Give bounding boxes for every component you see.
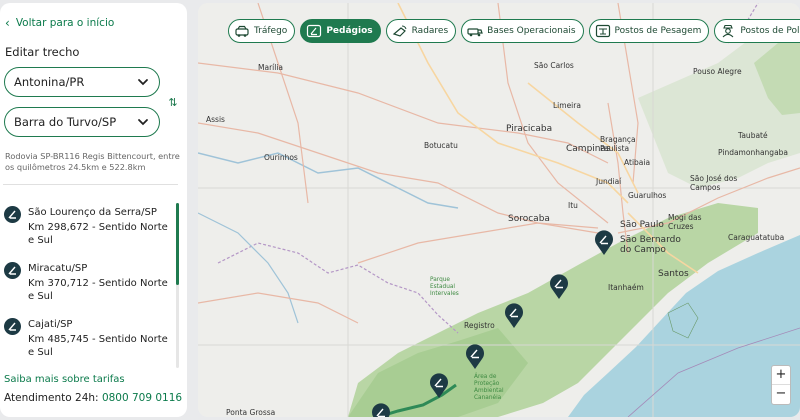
chip-label: Postos de Pesagem xyxy=(614,26,702,36)
toll-name: Miracatu/SP xyxy=(28,263,88,274)
chip-label: Tráfego xyxy=(254,26,288,36)
layer-chips: Tráfego Pedágios Radares Bases Operacion… xyxy=(228,19,800,43)
divider xyxy=(3,184,178,185)
scrollbar-thumb[interactable] xyxy=(176,203,179,285)
app-root: ‹ Voltar para o início Editar trecho Ant… xyxy=(0,0,800,420)
destination-select[interactable]: Barra do Turvo/SP xyxy=(4,107,160,137)
toll-icon xyxy=(4,318,21,335)
section-title: Editar trecho xyxy=(5,45,80,59)
support-label: Atendimento 24h: xyxy=(4,392,99,404)
support-phone-link[interactable]: 0800 709 0116 xyxy=(102,392,182,404)
swap-icon[interactable]: ⇅ xyxy=(165,95,181,111)
chip-tolls[interactable]: Pedágios xyxy=(300,19,381,43)
zoom-in-button[interactable]: + xyxy=(772,366,790,385)
toll-km: Km 370,712 - Sentido Norte e Sul xyxy=(28,278,168,302)
map-view[interactable]: Marília Assis Ourinhos Botucatu Piracica… xyxy=(198,3,800,417)
chevron-down-icon xyxy=(138,119,148,126)
toll-marker[interactable] xyxy=(370,401,392,417)
chip-weigh-stations[interactable]: Postos de Pesagem xyxy=(588,19,710,43)
zoom-out-button[interactable]: − xyxy=(772,385,790,404)
toll-icon xyxy=(307,24,322,38)
toll-list: São Lourenço da Serra/SP Km 298,672 - Se… xyxy=(4,203,176,368)
origin-value: Antonina/PR xyxy=(14,75,85,89)
toll-km: Km 485,745 - Sentido Norte e Sul xyxy=(28,334,168,358)
toll-marker[interactable] xyxy=(464,342,486,370)
tariffs-link[interactable]: Saiba mais sobre tarifas xyxy=(4,374,125,385)
chip-police[interactable]: Postos de Polícia xyxy=(714,19,800,43)
base-icon xyxy=(467,28,483,37)
chip-radars[interactable]: Radares xyxy=(385,19,457,43)
car-icon xyxy=(235,25,249,37)
toll-marker[interactable] xyxy=(593,228,615,256)
chip-label: Bases Operacionais xyxy=(487,26,576,36)
sidebar: ‹ Voltar para o início Editar trecho Ant… xyxy=(0,3,187,417)
toll-marker[interactable] xyxy=(548,272,570,300)
police-icon xyxy=(723,24,734,38)
chip-bases[interactable]: Bases Operacionais xyxy=(461,19,584,43)
toll-icon xyxy=(4,262,21,279)
toll-km: Km 298,672 - Sentido Norte e Sul xyxy=(28,222,168,246)
back-link-label: Voltar para o início xyxy=(15,17,115,29)
toll-name: Cajati/SP xyxy=(28,319,73,330)
radar-icon xyxy=(392,25,407,37)
route-description: Rodovia SP-BR116 Regis Bittencourt, entr… xyxy=(5,151,180,172)
chip-label: Postos de Polícia xyxy=(740,26,800,36)
chip-label: Pedágios xyxy=(326,26,373,36)
support-line: Atendimento 24h: 0800 709 0116 xyxy=(4,392,182,404)
toll-name: São Lourenço da Serra/SP xyxy=(28,207,157,218)
destination-value: Barra do Turvo/SP xyxy=(14,115,117,129)
chip-traffic[interactable]: Tráfego xyxy=(228,19,296,43)
chevron-left-icon: ‹ xyxy=(5,16,10,30)
chip-label: Radares xyxy=(411,26,449,36)
toll-marker[interactable] xyxy=(503,301,525,329)
back-link[interactable]: ‹ Voltar para o início xyxy=(5,17,114,29)
chevron-down-icon xyxy=(138,79,148,86)
toll-marker[interactable] xyxy=(428,371,450,399)
map-tiles xyxy=(198,3,800,417)
zoom-control: + − xyxy=(771,365,791,405)
origin-select[interactable]: Antonina/PR xyxy=(4,67,160,97)
toll-icon xyxy=(4,206,21,223)
scale-icon xyxy=(595,24,610,38)
